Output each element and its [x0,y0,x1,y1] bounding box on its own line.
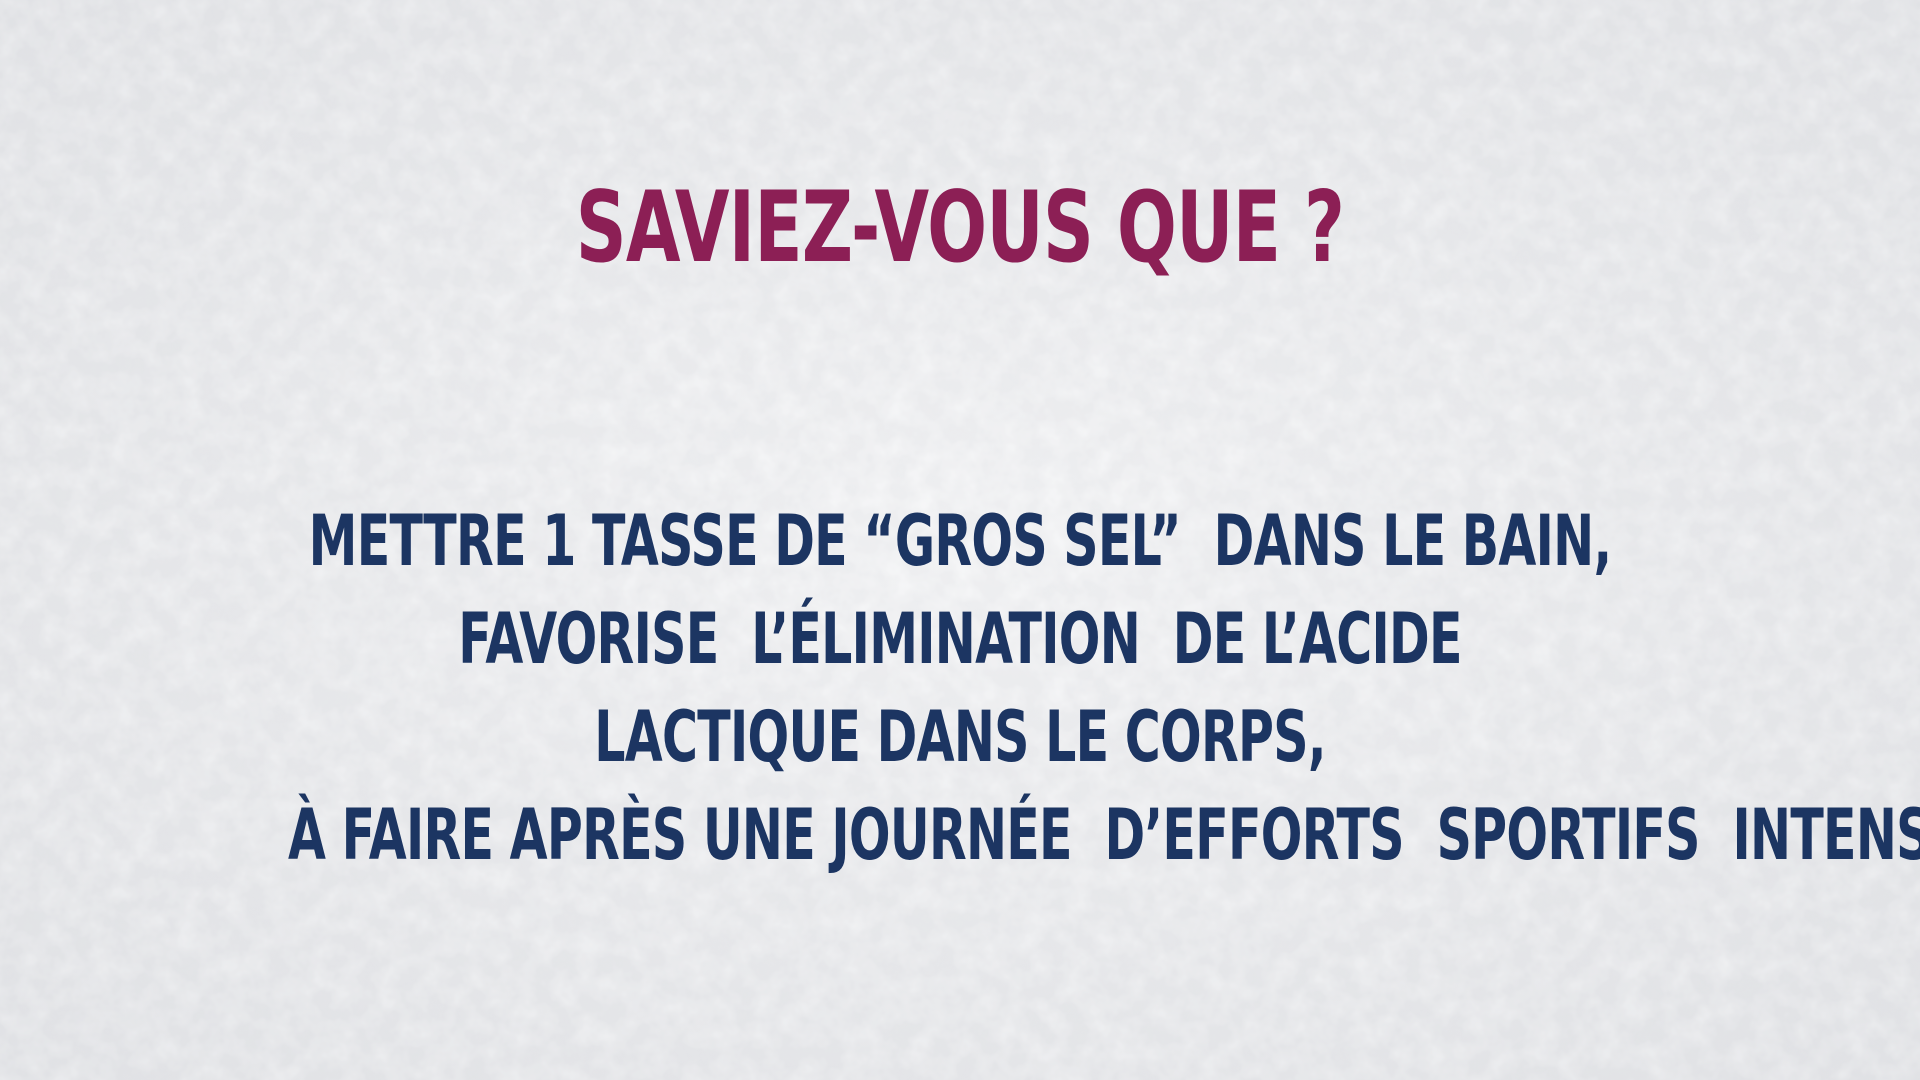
body-line: FAVORISE L’ÉLIMINATION DE L’ACIDE [458,598,1462,680]
slide-body: METTRE 1 TASSE DE “GROS SEL” DANS LE BAI… [288,492,1920,884]
body-line: À FAIRE APRÈS UNE JOURNÉE D’EFFORTS SPOR… [288,794,1920,876]
slide: SAVIEZ-VOUS QUE ? METTRE 1 TASSE DE “GRO… [0,0,1920,1080]
slide-title: SAVIEZ-VOUS QUE ? [575,171,1345,285]
body-line: LACTIQUE DANS LE CORPS, [594,696,1326,778]
body-line: METTRE 1 TASSE DE “GROS SEL” DANS LE BAI… [308,500,1612,582]
